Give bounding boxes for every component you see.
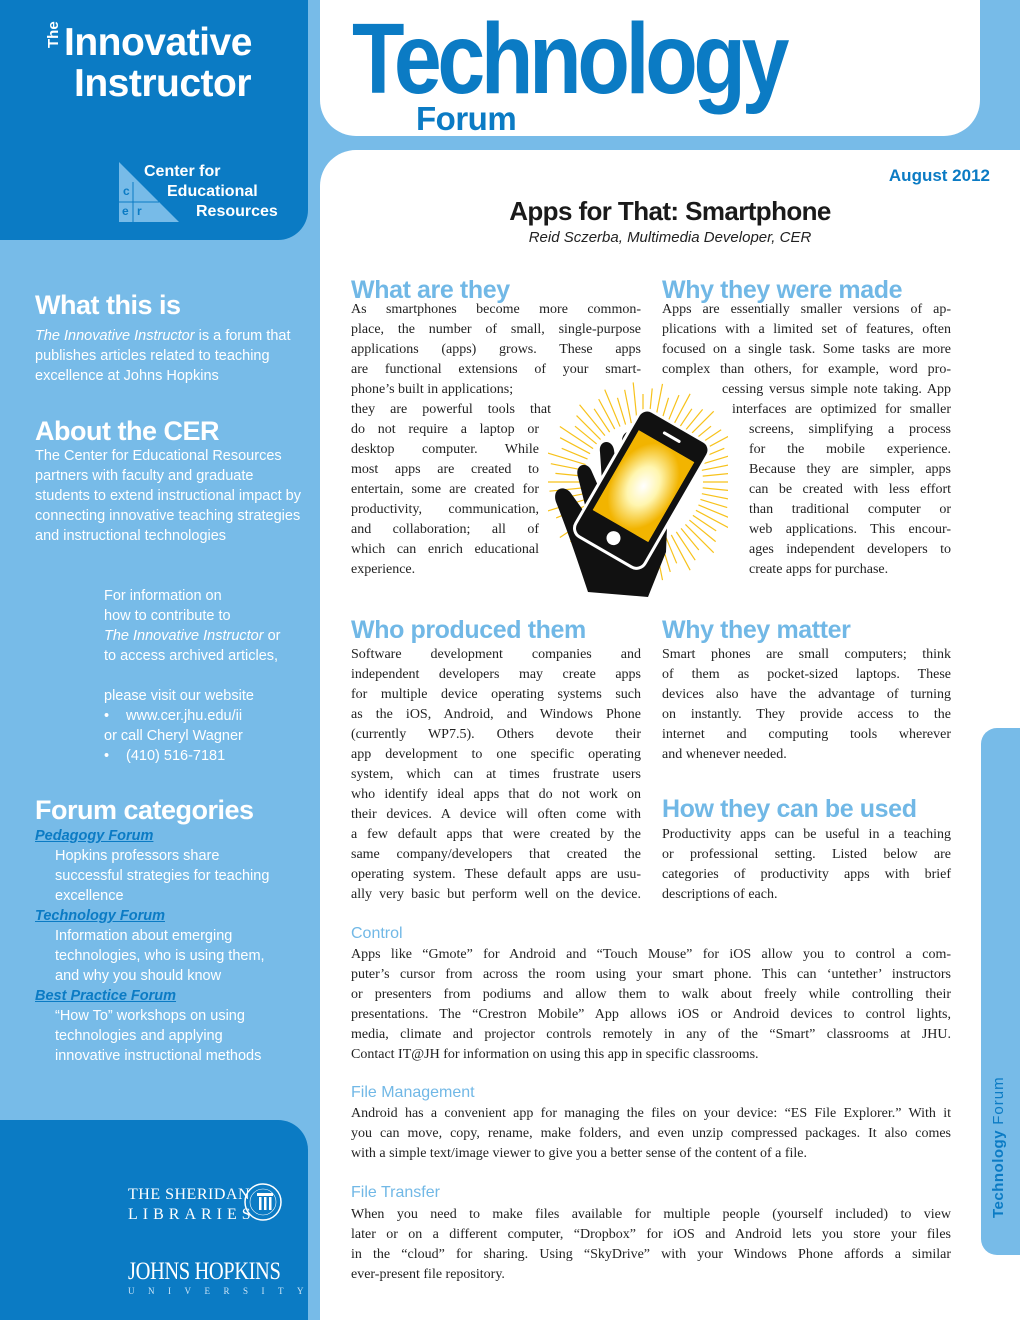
sidebar-heading-what: What this is bbox=[35, 290, 181, 320]
article-author: Reid Sczerba, Multimedia Developer, CER bbox=[528, 229, 812, 246]
section-heading-why-matter: Why they matter bbox=[662, 616, 851, 644]
light-ray bbox=[593, 408, 611, 433]
light-ray bbox=[604, 389, 621, 427]
website-link[interactable]: www.cer.jhu.edu/ii bbox=[126, 708, 242, 724]
publication-title-line1: Innovative bbox=[64, 21, 252, 64]
bullet-icon: • bbox=[104, 708, 110, 724]
section-text-why-matter: Smart phones are small computers; think … bbox=[662, 647, 951, 762]
cer-letter-e: e bbox=[122, 204, 129, 218]
category-technology-forum[interactable]: Technology Forum bbox=[35, 906, 320, 926]
publication-title: Innovative Instructor bbox=[64, 22, 252, 104]
subsection-heading-file-management: File Management bbox=[351, 1084, 475, 1101]
cer-letter-c: c bbox=[123, 184, 130, 198]
section-heading-who-produced: Who produced them bbox=[351, 616, 586, 644]
subsection-text-control: Apps like “Gmote” for Android and “Touch… bbox=[351, 947, 951, 1062]
section-text-why-made: Apps are essentially smaller versions of… bbox=[662, 302, 951, 577]
phone-number[interactable]: (410) 516-7181 bbox=[126, 748, 225, 764]
subsection-heading-control: Control bbox=[351, 925, 403, 942]
series-title: Technology bbox=[352, 3, 789, 115]
cer-name-line1: Center for bbox=[144, 163, 221, 180]
masthead-brand: The Innovative Instructor c e r Center f… bbox=[0, 0, 308, 240]
contact-info: For information on how to contribute to … bbox=[104, 588, 281, 764]
subsection-heading-file-transfer: File Transfer bbox=[351, 1184, 440, 1201]
light-ray bbox=[598, 398, 616, 430]
series-subtitle: Forum bbox=[416, 100, 517, 137]
forum-categories-list: Pedagogy Forum Hopkins professors share … bbox=[35, 826, 320, 1066]
cer-name: Center for Educational Resources bbox=[142, 162, 278, 222]
light-ray bbox=[624, 389, 632, 424]
section-text-how-used: Productivity apps can be useful in a tea… bbox=[662, 827, 951, 902]
light-ray bbox=[559, 437, 591, 455]
series-title-panel: Technology Forum bbox=[320, 0, 980, 136]
jhu-logo-sub: UNIVERSITY bbox=[128, 1286, 317, 1296]
sidebar-heading-about: About the CER bbox=[35, 416, 219, 446]
section-heading-how-used: How they can be used bbox=[662, 795, 917, 823]
sponsor-logos: THE SHERIDAN LIBRARIES JOHNS HOPKINS UNI… bbox=[0, 1120, 308, 1320]
light-ray bbox=[574, 425, 598, 445]
sidebar-what-text: The Innovative Instructor is a forum tha… bbox=[35, 328, 291, 384]
subsection-text-file-management: Android has a convenient app for managin… bbox=[351, 1106, 951, 1161]
issue-date: August 2012 bbox=[888, 166, 990, 185]
publication-name: The Innovative Instructor bbox=[35, 328, 195, 344]
sidebar-about-text: The Center for Educational Resources par… bbox=[35, 448, 301, 544]
light-ray bbox=[548, 452, 586, 466]
light-ray bbox=[576, 415, 601, 440]
series-side-tab-label: Technology Forum bbox=[990, 1076, 1007, 1218]
cer-name-line3: Resources bbox=[196, 203, 278, 220]
category-best-practice-forum[interactable]: Best Practice Forum bbox=[35, 986, 320, 1006]
bullet-icon: • bbox=[104, 748, 110, 764]
section-text-who-produced: Software development companies and indep… bbox=[351, 647, 641, 902]
sheridan-libraries-logo: THE SHERIDAN LIBRARIES bbox=[128, 1186, 256, 1223]
cer-name-line2: Educational bbox=[167, 183, 258, 200]
jhu-logo: JOHNS HOPKINS bbox=[128, 1258, 281, 1285]
masthead-the: The bbox=[45, 21, 62, 48]
light-ray bbox=[616, 397, 627, 425]
subsection-text-file-transfer: When you need to make files available fo… bbox=[351, 1207, 951, 1282]
publication-title-line2: Instructor bbox=[74, 62, 252, 105]
article-title: Apps for That: Smartphone bbox=[509, 196, 831, 226]
category-pedagogy-forum[interactable]: Pedagogy Forum bbox=[35, 826, 320, 846]
sidebar-heading-categories: Forum categories bbox=[35, 795, 254, 825]
library-seal-icon bbox=[244, 1183, 282, 1221]
